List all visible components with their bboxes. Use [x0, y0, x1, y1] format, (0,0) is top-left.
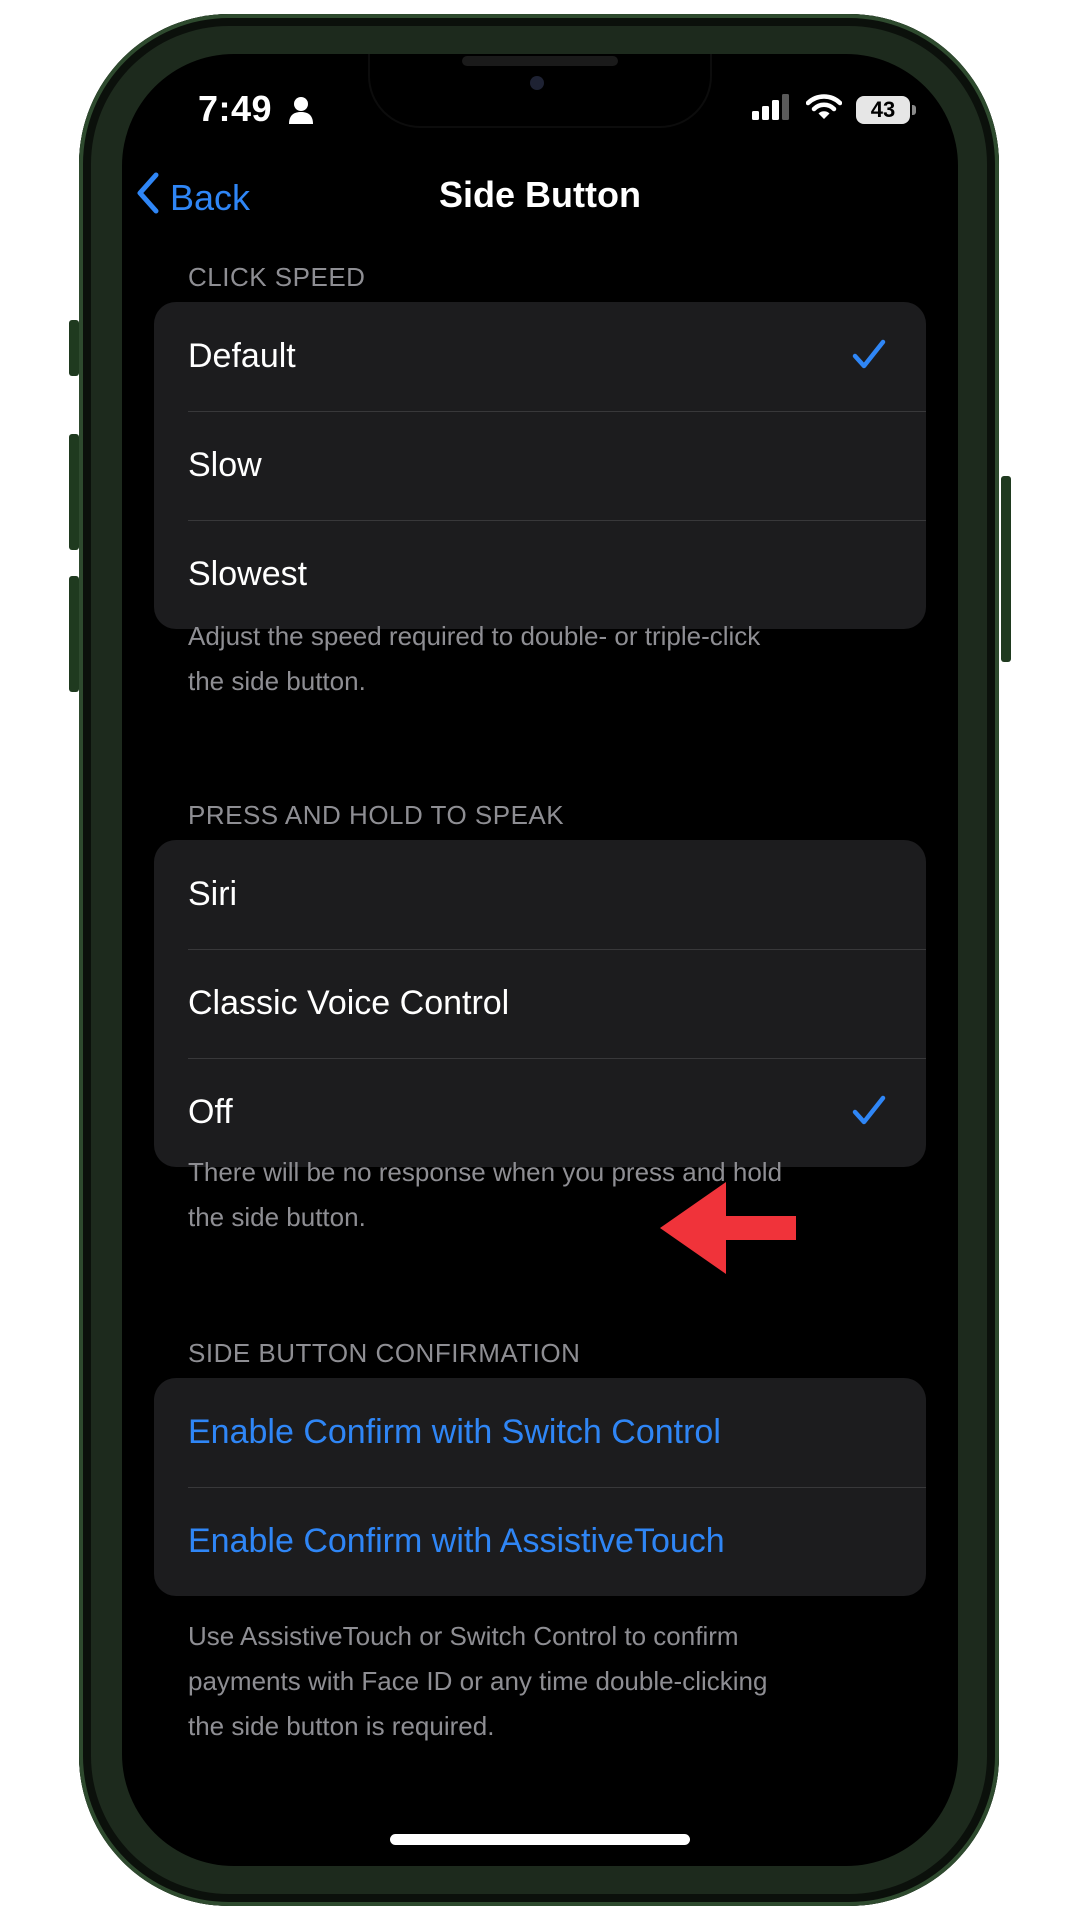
red-arrow-annotation-icon	[660, 1182, 796, 1279]
volume-up-button	[69, 434, 79, 550]
footer-line: Use AssistiveTouch or Switch Control to …	[188, 1621, 739, 1651]
footer-line: the side button.	[188, 666, 366, 696]
press-hold-option-siri[interactable]: Siri	[154, 840, 926, 949]
confirmation-footer: Use AssistiveTouch or Switch Control to …	[188, 1614, 888, 1749]
press-and-hold-group: Siri Classic Voice Control Off	[154, 840, 926, 1167]
wifi-icon	[805, 94, 843, 125]
click-speed-option-default[interactable]: Default	[154, 302, 926, 411]
footer-line: the side button is required.	[188, 1711, 495, 1741]
click-speed-header: CLICK SPEED	[188, 262, 366, 292]
status-icons: 43	[752, 94, 916, 125]
link-label: Enable Confirm with Switch Control	[188, 1413, 721, 1451]
cellular-signal-icon	[752, 94, 792, 125]
action-button	[69, 320, 79, 376]
link-label: Enable Confirm with AssistiveTouch	[188, 1522, 725, 1560]
option-label: Classic Voice Control	[188, 984, 510, 1022]
home-indicator[interactable]	[390, 1834, 690, 1845]
click-speed-group: Default Slow Slowest	[154, 302, 926, 629]
click-speed-option-slowest[interactable]: Slowest	[154, 520, 926, 629]
person-icon	[288, 96, 314, 129]
earpiece-speaker	[462, 56, 618, 66]
battery-indicator: 43	[856, 95, 916, 124]
option-label: Slow	[188, 446, 262, 484]
click-speed-footer: Adjust the speed required to double- or …	[188, 614, 888, 704]
option-label: Siri	[188, 875, 238, 913]
front-camera	[530, 76, 544, 90]
confirmation-group: Enable Confirm with Switch Control Enabl…	[154, 1378, 926, 1596]
status-time: 7:49	[198, 88, 273, 129]
press-hold-option-classic-voice-control[interactable]: Classic Voice Control	[154, 949, 926, 1058]
option-label: Default	[188, 337, 296, 375]
confirmation-header: SIDE BUTTON CONFIRMATION	[188, 1338, 581, 1368]
click-speed-option-slow[interactable]: Slow	[154, 411, 926, 520]
volume-down-button	[69, 576, 79, 692]
option-label: Slowest	[188, 555, 308, 593]
press-and-hold-header: PRESS AND HOLD TO SPEAK	[188, 800, 565, 830]
footer-line: Adjust the speed required to double- or …	[188, 621, 761, 651]
checkmark-icon	[852, 1094, 886, 1137]
option-label: Off	[188, 1093, 233, 1131]
enable-assistivetouch-link[interactable]: Enable Confirm with AssistiveTouch	[154, 1487, 926, 1596]
footer-line: payments with Face ID or any time double…	[188, 1666, 768, 1696]
enable-switch-control-link[interactable]: Enable Confirm with Switch Control	[154, 1378, 926, 1487]
page-title: Side Button	[439, 174, 641, 215]
side-power-button	[1001, 476, 1011, 662]
screen: 7:49 43 Back Side Button CLICK SPEED Def…	[122, 54, 958, 1866]
checkmark-icon	[852, 338, 886, 381]
